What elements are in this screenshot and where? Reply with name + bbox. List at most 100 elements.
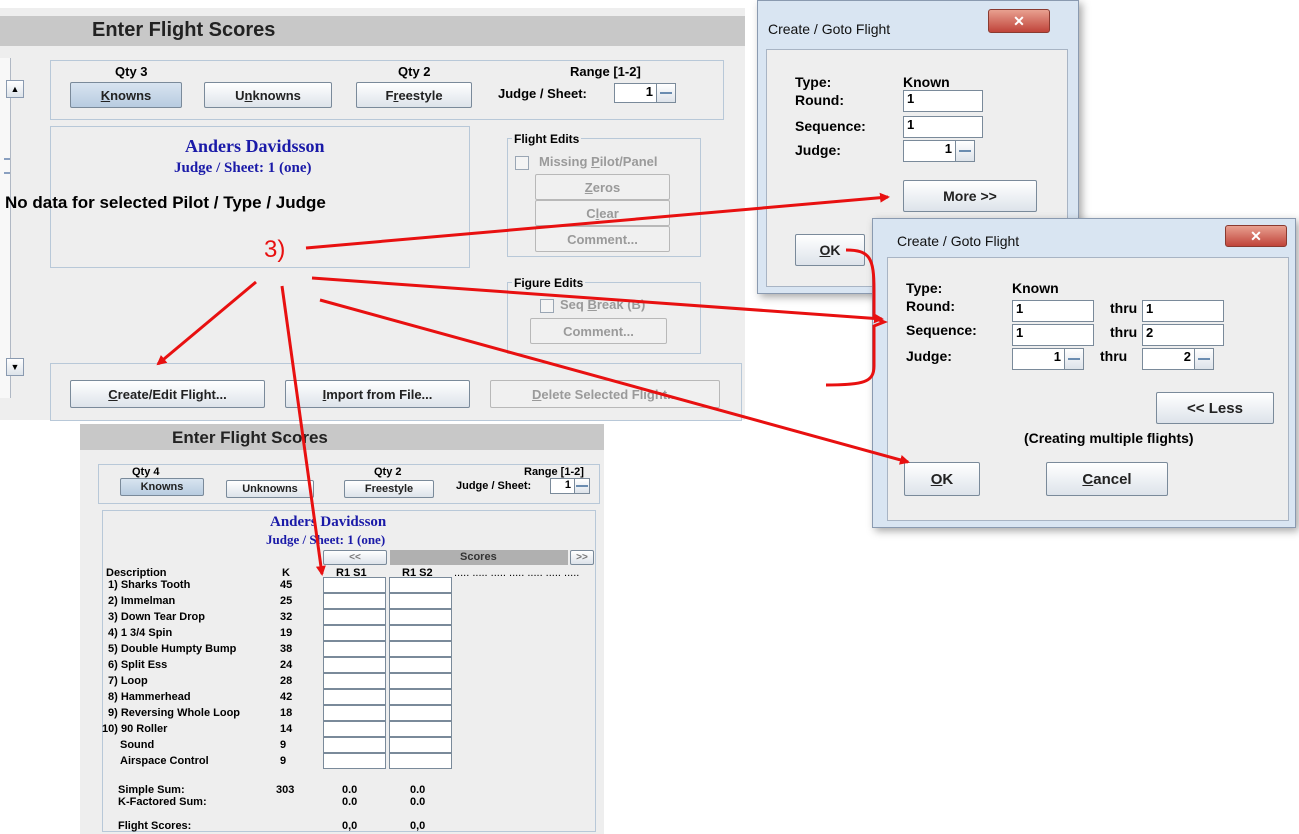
score-unknowns-button[interactable]: Unknowns <box>226 480 314 498</box>
scroll-up-button[interactable]: ▲ <box>6 80 24 98</box>
flight-comment-button[interactable]: Comment... <box>535 226 670 252</box>
multiple-flights-note: (Creating multiple flights) <box>1024 430 1194 446</box>
spinner-arrows-icon[interactable] <box>656 84 675 102</box>
more-button[interactable]: More >> <box>903 180 1037 212</box>
score-cell-r1-s1[interactable] <box>323 721 386 737</box>
figure-description: 3) Down Tear Drop <box>108 611 205 623</box>
scores-header-label: Scores <box>460 551 497 563</box>
sequence-from-input[interactable]: 1 <box>1012 324 1094 346</box>
score-window: Enter Flight Scores Qty 4 Qty 2 Range [1… <box>80 424 604 834</box>
missing-pilot-checkbox[interactable] <box>515 156 529 170</box>
scroll-grip-icon[interactable] <box>4 158 10 174</box>
close-icon[interactable]: ✕ <box>1225 225 1287 247</box>
range-label: Range [1-2] <box>570 64 641 79</box>
judge-to-spinner[interactable]: 2 <box>1142 348 1214 370</box>
figure-k-factor: 32 <box>280 611 293 623</box>
flight-scores-label: Flight Scores: <box>118 820 192 832</box>
score-cell-r1-s2[interactable] <box>389 753 452 769</box>
pilot-name: Anders Davidsson <box>185 136 325 156</box>
score-cell-r1-s1[interactable] <box>323 705 386 721</box>
score-cell-r1-s2[interactable] <box>389 609 452 625</box>
score-cell-r1-s1[interactable] <box>323 577 386 593</box>
score-cell-r1-s2[interactable] <box>389 737 452 753</box>
col-description: Description <box>106 567 167 579</box>
score-judge-sheet-spinner[interactable]: 1 <box>550 478 590 494</box>
import-from-file-button[interactable]: Import from File... <box>285 380 470 408</box>
round-from-input[interactable]: 1 <box>1012 300 1094 322</box>
figure-k-factor: 42 <box>280 691 293 703</box>
spinner-arrows-icon[interactable] <box>955 141 974 161</box>
scores-header-bar: Scores <box>390 550 568 565</box>
score-cell-r1-s2[interactable] <box>389 721 452 737</box>
main-window: Enter Flight Scores ▲ ▼ Qty 3 Qty 2 Rang… <box>0 8 745 421</box>
score-cell-r1-s2[interactable] <box>389 657 452 673</box>
round-to-input[interactable]: 1 <box>1142 300 1224 322</box>
spinner-arrows-icon[interactable] <box>1064 349 1083 369</box>
judge-spinner[interactable]: 1 <box>903 140 975 162</box>
score-cell-r1-s2[interactable] <box>389 625 452 641</box>
simple-sum-label: Simple Sum: <box>118 784 185 796</box>
close-icon[interactable]: ✕ <box>988 9 1050 33</box>
simple-sum-s1: 0.0 <box>342 784 358 796</box>
score-cell-r1-s1[interactable] <box>323 609 386 625</box>
score-cell-r1-s1[interactable] <box>323 657 386 673</box>
kfactored-sum-label: K-Factored Sum: <box>118 796 207 808</box>
spinner-arrows-icon[interactable] <box>574 479 589 493</box>
score-cell-r1-s1[interactable] <box>323 641 386 657</box>
simple-sum-s2: 0.0 <box>410 784 426 796</box>
score-cell-r1-s1[interactable] <box>323 753 386 769</box>
small-ok-button[interactable]: OK <box>795 234 865 266</box>
score-cell-r1-s2[interactable] <box>389 689 452 705</box>
create-edit-flight-button[interactable]: Create/Edit Flight... <box>70 380 265 408</box>
judge-label: Judge: <box>795 142 841 158</box>
no-data-message: No data for selected Pilot / Type / Judg… <box>5 193 326 212</box>
sequence-input[interactable]: 1 <box>903 116 983 138</box>
scroll-down-button[interactable]: ▼ <box>6 358 24 376</box>
score-cell-r1-s1[interactable] <box>323 689 386 705</box>
sequence-label: Sequence: <box>906 322 977 338</box>
score-freestyle-button[interactable]: Freestyle <box>344 480 434 498</box>
figure-k-factor: 45 <box>280 579 293 591</box>
scores-next-button[interactable]: >> <box>570 550 594 565</box>
round-input[interactable]: 1 <box>903 90 983 112</box>
score-cell-r1-s1[interactable] <box>323 673 386 689</box>
score-cell-r1-s1[interactable] <box>323 737 386 753</box>
main-title-bar: Enter Flight Scores <box>0 16 745 46</box>
round-label: Round: <box>906 298 955 314</box>
round-label: Round: <box>795 92 844 108</box>
spinner-arrows-icon[interactable] <box>1194 349 1213 369</box>
figure-k-factor: 14 <box>280 723 293 735</box>
figure-description: 8) Hammerhead <box>108 691 191 703</box>
large-ok-button[interactable]: OK <box>904 462 980 496</box>
judge-sheet-text: Judge / Sheet: 1 (one) <box>174 160 312 176</box>
col-placeholders: ..... ..... ..... ..... ..... ..... ....… <box>454 567 580 579</box>
freestyle-tab-button[interactable]: Fr eestyle <box>356 82 472 108</box>
type-value: Known <box>1012 280 1059 296</box>
figure-comment-button[interactable]: Comment... <box>530 318 667 344</box>
clear-button[interactable]: Cl ear <box>535 200 670 226</box>
less-button[interactable]: << Less <box>1156 392 1274 424</box>
score-cell-r1-s2[interactable] <box>389 673 452 689</box>
unknowns-tab-button[interactable]: Un knowns <box>204 82 332 108</box>
score-knowns-button[interactable]: Knowns <box>120 478 204 496</box>
large-dialog-body: Type: Known Round: 1 thru 1 Sequence: 1 … <box>887 257 1289 521</box>
score-cell-r1-s2[interactable] <box>389 641 452 657</box>
judge-from-spinner[interactable]: 1 <box>1012 348 1084 370</box>
score-cell-r1-s1[interactable] <box>323 625 386 641</box>
delete-selected-flight-button[interactable]: Delete Selected Flight... <box>490 380 720 408</box>
score-cell-r1-s2[interactable] <box>389 705 452 721</box>
cancel-button[interactable]: Cancel <box>1046 462 1168 496</box>
score-cell-r1-s1[interactable] <box>323 593 386 609</box>
figure-description: 9) Reversing Whole Loop <box>108 707 241 719</box>
knowns-tab-button[interactable]: Knowns <box>70 82 182 108</box>
sequence-to-input[interactable]: 2 <box>1142 324 1224 346</box>
seq-break-checkbox[interactable] <box>540 299 554 313</box>
main-title: Enter Flight Scores <box>92 19 276 41</box>
scores-prev-button[interactable]: << <box>323 550 387 565</box>
score-cell-r1-s2[interactable] <box>389 593 452 609</box>
judge-sheet-spinner[interactable]: 1 <box>614 83 676 103</box>
zeros-button[interactable]: Zeros <box>535 174 670 200</box>
sequence-label: Sequence: <box>795 118 866 134</box>
score-cell-r1-s2[interactable] <box>389 577 452 593</box>
flight-edits-legend: Flight Edits <box>512 132 582 146</box>
